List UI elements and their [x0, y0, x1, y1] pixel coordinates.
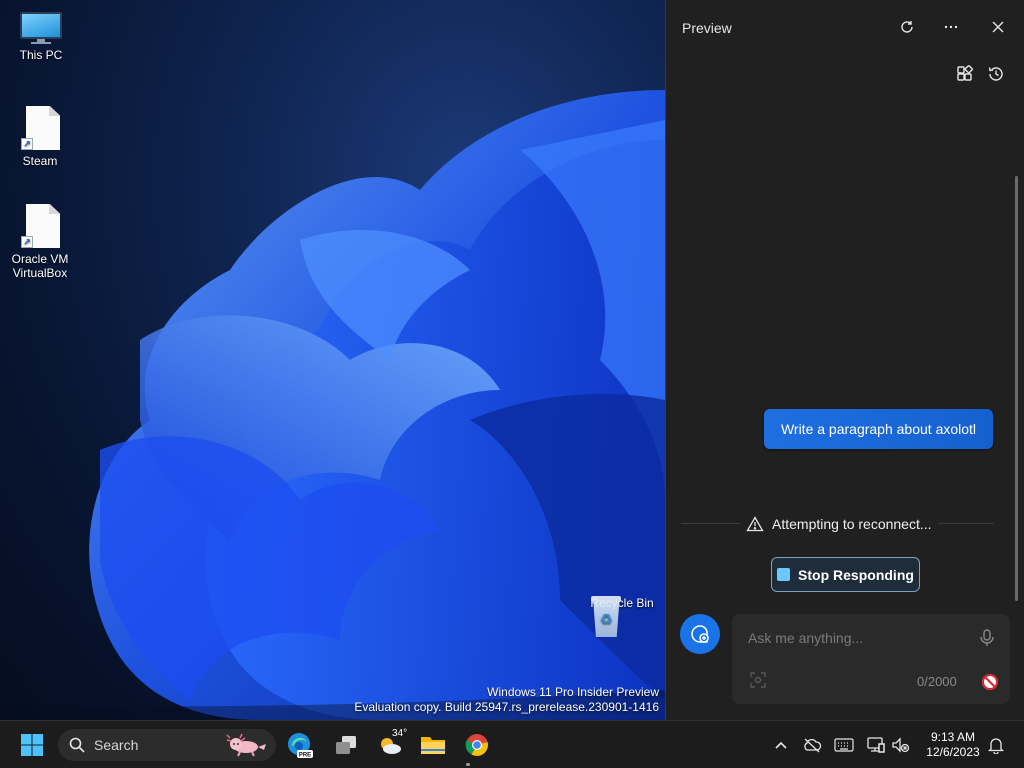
taskbar-search[interactable]: Search: [58, 729, 276, 761]
network-icon: [867, 737, 885, 753]
chrome-icon: [465, 734, 488, 756]
desktop-icon-label-line2: VirtualBox: [12, 266, 68, 280]
edge-pre-icon: PRE: [288, 733, 313, 759]
user-message-bubble: Write a paragraph about axolotl: [764, 409, 993, 449]
desktop-icon-label: This PC: [19, 48, 63, 62]
desktop-icon-this-pc[interactable]: This PC: [1, 12, 81, 62]
watermark-line2: Evaluation copy. Build 25947.rs_prerelea…: [354, 700, 659, 714]
bell-icon: [988, 738, 1004, 754]
history-icon: [988, 67, 1003, 81]
character-counter: 0/2000: [917, 674, 957, 689]
taskbar: Search PRE 34° 9:13 AM 12/6/2023: [0, 720, 1024, 768]
desktop: This PC ↗ Steam ↗ Oracle VM VirtualBox ♻…: [0, 0, 665, 720]
notifications-button[interactable]: [986, 735, 1006, 755]
tray-volume[interactable]: [891, 735, 911, 755]
stop-icon: [777, 568, 791, 581]
axolotl-doodle-icon: [226, 733, 266, 757]
desktop-icon-oracle-vm-virtualbox[interactable]: ↗ Oracle VM VirtualBox: [0, 204, 80, 280]
clock-time: 9:13 AM: [930, 730, 976, 744]
keyboard-icon: [834, 738, 854, 752]
screenshot-capture-icon[interactable]: [748, 670, 768, 690]
document-shortcut-icon: ↗: [21, 106, 60, 150]
document-shortcut-icon: ↗: [21, 204, 60, 248]
user-message-text: Write a paragraph about axolotl: [780, 421, 977, 437]
start-button[interactable]: [16, 729, 48, 761]
chevron-up-icon: [775, 741, 787, 749]
plugins-button[interactable]: [953, 62, 977, 86]
os-watermark: Windows 11 Pro Insider Preview Evaluatio…: [354, 685, 659, 715]
stop-responding-label: Stop Responding: [798, 566, 914, 583]
reconnect-status-text: Attempting to reconnect...: [772, 516, 932, 532]
running-indicator: [466, 763, 470, 766]
tray-network[interactable]: [866, 735, 886, 755]
show-hidden-icons-button[interactable]: [771, 735, 791, 755]
reconnect-status: Attempting to reconnect...: [740, 514, 938, 534]
volume-muted-icon: [892, 737, 910, 753]
monitor-icon: [20, 12, 62, 44]
wallpaper-bloom: [0, 90, 665, 720]
taskbar-edge[interactable]: PRE: [284, 729, 316, 761]
desktop-icon-recycle-bin[interactable]: ♻ Recycle Bin: [584, 596, 660, 637]
more-button[interactable]: [938, 14, 964, 40]
desktop-icon-label: Steam: [22, 154, 58, 168]
history-button[interactable]: [984, 62, 1008, 86]
microphone-icon[interactable]: [978, 628, 996, 648]
chat-input-box: 0/2000: [732, 614, 1010, 704]
taskbar-task-view[interactable]: [330, 729, 362, 761]
clock-date: 12/6/2023: [926, 745, 980, 759]
cloud-offline-icon: [804, 738, 822, 753]
new-topic-button[interactable]: [680, 614, 720, 654]
more-icon: [944, 25, 958, 29]
close-icon: [992, 21, 1004, 33]
tray-keyboard[interactable]: [834, 735, 854, 755]
svg-text:PRE: PRE: [299, 753, 311, 759]
plugins-icon: [957, 65, 973, 81]
chat-scrollbar[interactable]: [1015, 176, 1018, 601]
chat-input[interactable]: [748, 628, 968, 648]
search-label: Search: [94, 737, 139, 753]
desktop-icon-label-line1: Oracle VM: [11, 252, 69, 266]
copilot-panel: Preview Write a paragraph about axolotl: [665, 0, 1024, 720]
tray-onedrive[interactable]: [802, 735, 822, 755]
warning-icon: [746, 516, 764, 532]
taskbar-clock[interactable]: 9:13 AM 12/6/2023: [918, 730, 988, 760]
search-icon: [69, 737, 85, 753]
weather-temperature: 34°: [392, 728, 408, 739]
desktop-icon-steam[interactable]: ↗ Steam: [0, 106, 80, 168]
close-button[interactable]: [985, 14, 1011, 40]
taskbar-file-explorer[interactable]: [417, 729, 449, 761]
blocked-icon: [982, 674, 998, 690]
file-explorer-icon: [421, 737, 445, 754]
refresh-icon: [901, 21, 913, 33]
taskbar-chrome[interactable]: [461, 729, 493, 761]
stop-responding-button[interactable]: Stop Responding: [771, 557, 920, 592]
watermark-line1: Windows 11 Pro Insider Preview: [487, 685, 659, 699]
task-view-icon: [336, 736, 356, 754]
new-topic-icon: [691, 625, 709, 643]
start-icon: [21, 734, 43, 756]
panel-title: Preview: [682, 20, 732, 36]
refresh-button[interactable]: [894, 14, 920, 40]
